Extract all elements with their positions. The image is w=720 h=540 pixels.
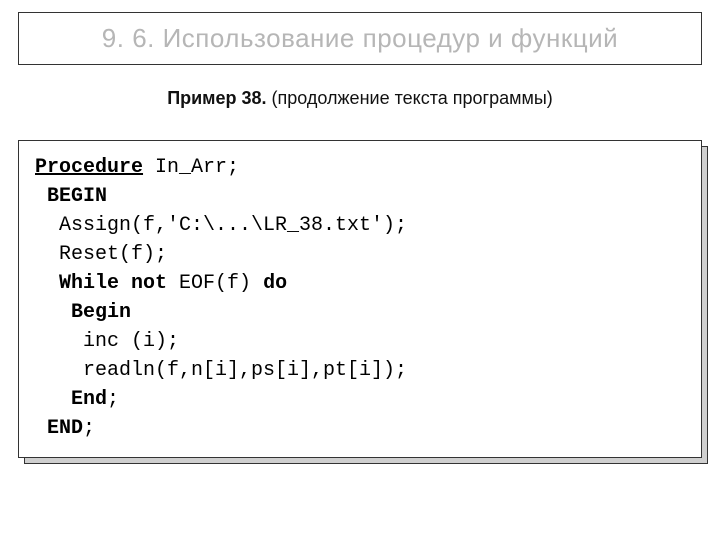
code-l5a xyxy=(35,272,59,295)
kw-while-not: While not xyxy=(59,272,167,295)
code-l8: readln(f,n[i],ps[i],pt[i]); xyxy=(35,359,407,382)
code-l3: Assign(f,'C:\...\LR_38.txt'); xyxy=(35,214,407,237)
code-l10s: ; xyxy=(83,417,95,440)
kw-procedure: Procedure xyxy=(35,156,143,179)
page-title: 9. 6. Использование процедур и функций xyxy=(33,23,687,54)
kw-do: do xyxy=(263,272,287,295)
kw-begin-outer: BEGIN xyxy=(35,185,107,208)
code-wrap: Procedure In_Arr; BEGIN Assign(f,'C:\...… xyxy=(18,140,702,458)
subtitle: Пример 38. (продолжение текста программы… xyxy=(0,88,720,109)
kw-end-outer: END xyxy=(35,417,83,440)
example-label: Пример 38. xyxy=(167,88,266,108)
code-box: Procedure In_Arr; BEGIN Assign(f,'C:\...… xyxy=(18,140,702,458)
kw-begin-inner: Begin xyxy=(35,301,131,324)
kw-end-inner: End xyxy=(35,388,107,411)
code-l7: inc (i); xyxy=(35,330,179,353)
code-l1b: In_Arr; xyxy=(143,156,239,179)
code-l4: Reset(f); xyxy=(35,243,167,266)
code-l5c: EOF(f) xyxy=(167,272,263,295)
code-l9s: ; xyxy=(107,388,119,411)
example-rest: (продолжение текста программы) xyxy=(267,88,553,108)
title-box: 9. 6. Использование процедур и функций xyxy=(18,12,702,65)
